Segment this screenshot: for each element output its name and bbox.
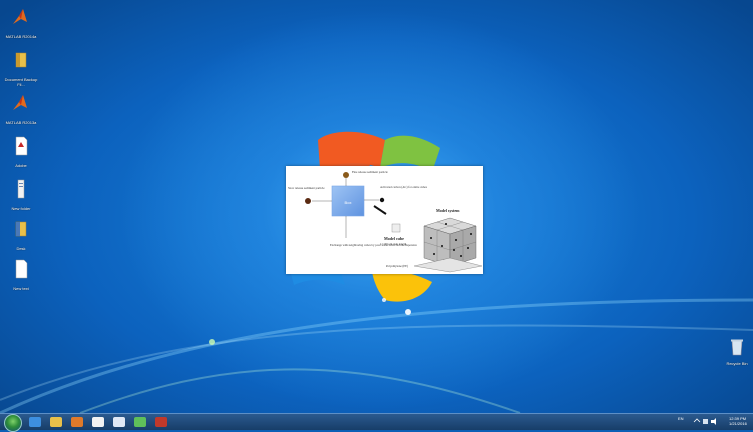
image-viewer-figure[interactable]: Box Fine release sediment particle Slow … [286,166,483,274]
model-system-label: Model system [436,208,460,213]
desktop-icon-document-backup[interactable]: Document Backup Fil... [4,49,38,87]
folder-icon [15,52,27,68]
activated-carbon-label: Activated carbon (AC) for entire cubes [380,185,428,189]
desktop-icon-adobe[interactable]: Adobe [4,135,38,173]
fine-sediment-label: Fine release sediment particle [352,170,388,174]
tray-clock[interactable]: 12:39 PM 1/21/2016 [729,416,747,426]
desktop-icon-label: Desk [16,246,26,251]
desktop-icon-matlab-r2014a[interactable]: MATLAB R2014a [4,6,38,44]
start-button[interactable] [4,414,22,432]
media-player-icon [71,417,83,427]
taskbar-item-media-player[interactable] [68,415,86,429]
desktop-icon-desk[interactable]: Desk [4,218,38,256]
model-cube-label: Model cube [384,236,404,241]
matlab-icon [13,9,27,24]
tray-language[interactable]: EN [678,416,684,421]
tray-date: 1/21/2016 [729,421,747,426]
taskbar-item-explorer[interactable] [47,415,65,429]
fine-sediment-particle [343,172,349,178]
polyethylene-sheet [413,257,483,273]
word-icon [113,417,125,427]
matlab-icon [13,95,27,110]
taskbar-item-ie[interactable] [26,415,44,429]
taskbar-item-document[interactable] [89,415,107,429]
recycle-bin-icon [731,339,743,356]
matlab-icon [155,417,167,427]
desktop-icon-label: MATLAB R2014a [5,34,37,39]
slow-sediment-label: Slow release sediment particle [288,186,325,190]
folder-icon [15,221,27,237]
file-icon [15,259,28,279]
tray-icons[interactable] [693,417,723,426]
desktop-icon-new-folder[interactable]: New folder [4,178,38,216]
ie-icon [29,417,41,427]
taskbar-item-matlab[interactable] [152,415,170,429]
desktop-icon-matlab-r2013a[interactable]: MATLAB R2013a [4,92,38,130]
app-icon [134,417,146,427]
desktop-icon-label: MATLAB R2013a [5,120,37,125]
taskbar: EN 12:39 PM 1/21/2016 [0,413,753,432]
desktop-icon-label: Document Backup Fil... [4,77,38,87]
taskbar-item-app[interactable] [131,415,149,429]
desktop-icon-label: New text [13,286,29,291]
model-cube-small [391,223,401,233]
desktop-icon-recycle-bin[interactable]: Recycle Bin [722,338,752,366]
polyethylene-label: Polyethylene (PE) [386,264,408,268]
figure-diagram: Box Fine release sediment particle Slow … [288,170,483,273]
activated-carbon-particle [379,197,385,203]
desktop-icon-new-text[interactable]: New text [4,258,38,296]
recycle-bin-label: Recycle Bin [726,361,748,366]
desktop-icon-label: New folder [11,206,31,211]
model-cube-sub-label: 1×100 μm side length [380,242,407,246]
box-label: Box [345,200,352,205]
slow-sediment-particle [305,198,311,204]
zoom-arrow [373,205,387,215]
taskbar-item-word[interactable] [110,415,128,429]
desktop-icon-label: Adobe [15,163,27,168]
document-icon [92,417,104,427]
explorer-icon [50,417,62,427]
pdf-icon [15,136,28,156]
file-icon [17,179,25,199]
